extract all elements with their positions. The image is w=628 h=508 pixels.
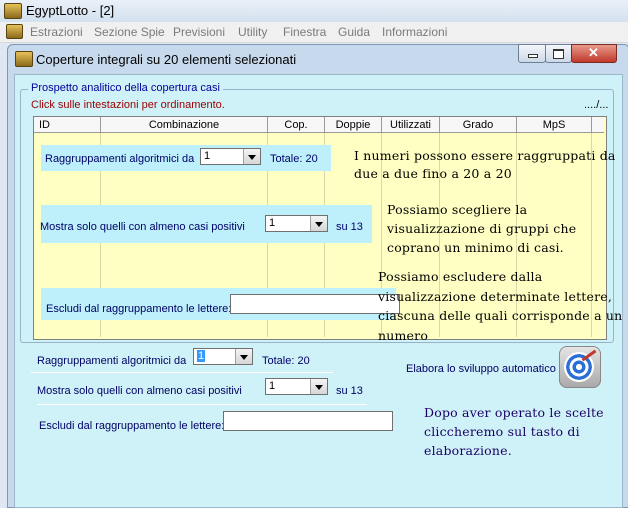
annotation-elaborate-line1: Dopo aver operato le scelte — [424, 405, 604, 420]
column-header-combinazione[interactable]: Combinazione — [101, 117, 268, 133]
sort-hint: Click sulle intestazioni per ordinamento… — [31, 99, 225, 111]
bottom-exclude-label: Escludi dal raggruppamento le lettere: — [39, 420, 225, 432]
menubar: Estrazioni Sezione Spie Previsioni Utili… — [0, 22, 628, 43]
close-icon: ✕ — [588, 45, 599, 60]
annotation-positive-line3: coprano un minimo di casi. — [387, 240, 564, 255]
annotation-exclude-line4: numero — [378, 328, 429, 343]
annotation-exclude-line2: visualizzazione determinate lettere, — [378, 289, 613, 304]
column-header-doppie[interactable]: Doppie — [325, 117, 382, 133]
annotation-grouping-line1: I numeri possono essere raggruppati da — [354, 148, 616, 163]
overlay-total-label: Totale: 20 — [270, 153, 318, 165]
overlay-exclude-label: Escludi dal raggruppamento le lettere: — [46, 303, 232, 315]
chevron-down-icon[interactable] — [310, 216, 327, 231]
overlay-grouping-value: 1 — [204, 150, 211, 162]
chevron-down-icon[interactable] — [243, 149, 260, 164]
bottom-grouping-label: Raggruppamenti algoritmici da — [37, 355, 187, 367]
column-header-filler — [592, 117, 604, 133]
overlay-grouping-label: Raggruppamenti algoritmici da — [45, 153, 195, 165]
app-titlebar: EgyptLotto - [2] — [0, 0, 628, 22]
bottom-positive-select[interactable]: 1 — [265, 378, 328, 395]
mdi-child-icon[interactable] — [6, 24, 23, 39]
close-button[interactable]: ✕ — [571, 44, 617, 63]
column-header-cop[interactable]: Cop. — [268, 117, 325, 133]
bottom-positive-suffix: su 13 — [336, 385, 363, 397]
app-title: EgyptLotto - [2] — [26, 3, 115, 18]
menu-previsioni[interactable]: Previsioni — [173, 25, 225, 39]
window-icon[interactable] — [15, 51, 33, 67]
overlay-positive-label: Mostra solo quelli con almeno casi posit… — [40, 221, 245, 233]
menu-guida[interactable]: Guida — [338, 25, 370, 39]
annotation-elaborate-line3: elaborazione. — [424, 443, 512, 458]
annotation-exclude-line1: Possiamo escludere dalla — [378, 269, 543, 284]
annotation-grouping-line2: due a due fino a 20 a 20 — [354, 166, 512, 181]
more-indicator[interactable]: ..../... — [584, 99, 608, 111]
column-header-mps[interactable]: MpS — [517, 117, 592, 133]
annotation-elaborate-line2: cliccheremo sul tasto di — [424, 424, 580, 439]
menu-sezione-spie[interactable]: Sezione Spie — [94, 25, 165, 39]
bottom-total-label: Totale: 20 — [262, 355, 310, 367]
window-title: Coperture integrali su 20 elementi selez… — [36, 52, 297, 67]
chevron-down-icon[interactable] — [235, 349, 252, 364]
bottom-exclude-input[interactable] — [223, 411, 393, 431]
menu-estrazioni[interactable]: Estrazioni — [30, 25, 83, 39]
bottom-positive-label: Mostra solo quelli con almeno casi posit… — [37, 385, 242, 397]
auto-elaborate-button[interactable] — [559, 346, 601, 388]
maximize-icon — [553, 49, 564, 59]
chevron-down-icon[interactable] — [310, 379, 327, 394]
column-header-id[interactable]: ID — [34, 117, 101, 133]
bottom-positive-value: 1 — [269, 380, 276, 392]
annotation-positive-line1: Possiamo scegliere la — [387, 202, 528, 217]
menu-utility[interactable]: Utility — [238, 25, 267, 39]
annotation-exclude-line3: ciascuna delle quali corrisponde a un — [378, 308, 623, 323]
overlay-positive-select[interactable]: 1 — [265, 215, 328, 232]
maximize-button[interactable] — [545, 44, 572, 63]
overlay-positive-value: 1 — [269, 217, 276, 229]
overlay-exclude-input[interactable] — [230, 294, 400, 314]
overlay-grouping-select[interactable]: 1 — [200, 148, 261, 165]
menu-finestra[interactable]: Finestra — [283, 25, 326, 39]
bottom-grouping-select[interactable]: 1 — [193, 348, 253, 365]
column-header-grado[interactable]: Grado — [440, 117, 517, 133]
bottom-grouping-value: 1 — [197, 350, 206, 362]
app-icon[interactable] — [4, 3, 22, 19]
overlay-positive-suffix: su 13 — [336, 221, 363, 233]
minimize-button[interactable] — [518, 44, 546, 63]
minimize-icon — [528, 54, 538, 58]
groupbox-title: Prospetto analitico della copertura casi — [28, 82, 223, 94]
auto-elaborate-label: Elabora lo sviluppo automatico — [406, 363, 556, 375]
menu-informazioni[interactable]: Informazioni — [382, 25, 447, 39]
column-header-utilizzati[interactable]: Utilizzati — [382, 117, 440, 133]
annotation-positive-line2: visualizzazione di gruppi che — [387, 221, 577, 236]
